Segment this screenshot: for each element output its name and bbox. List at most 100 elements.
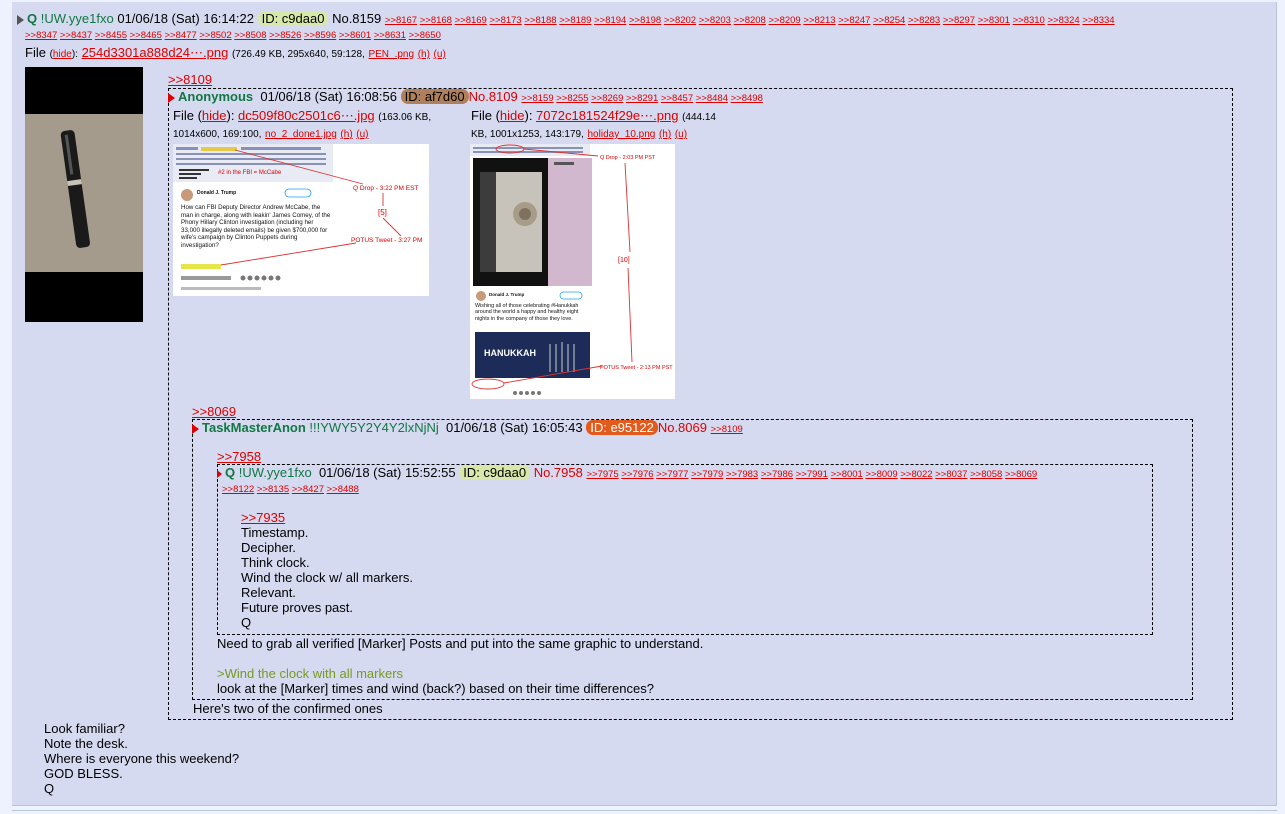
tweet-comparison-thumbnail-1[interactable]: #2 in the FBI = McCabe Donald J. Trump H… xyxy=(173,144,429,296)
post-number[interactable]: No.8069 xyxy=(658,420,707,435)
backlink[interactable]: >>8502 xyxy=(199,30,231,41)
body-line: Q xyxy=(44,781,55,796)
backlink[interactable]: >>7977 xyxy=(656,469,688,480)
backlink[interactable]: >>8334 xyxy=(1082,15,1114,26)
file-name-link[interactable]: 254d3301a888d24⋯.png xyxy=(82,45,229,60)
backlink[interactable]: >>8465 xyxy=(130,30,162,41)
backlink[interactable]: >>8427 xyxy=(292,484,324,495)
backlink[interactable]: >>8159 xyxy=(521,93,553,104)
backlink[interactable]: >>8254 xyxy=(873,15,905,26)
post-menu-arrow-icon[interactable] xyxy=(17,14,24,25)
backlink[interactable]: >>8310 xyxy=(1013,15,1045,26)
file-h-link[interactable]: (h) xyxy=(340,129,352,140)
backlink[interactable]: >>8269 xyxy=(591,93,623,104)
backlink[interactable]: >>7991 xyxy=(796,469,828,480)
backlinks-row: >>7975 >>7976 >>7977 >>7979 >>7983 >>798… xyxy=(586,469,1037,480)
backlink[interactable]: >>8203 xyxy=(699,15,731,26)
backlink[interactable]: >>8167 xyxy=(385,15,417,26)
file-h-link[interactable]: (h) xyxy=(418,49,430,60)
backlink[interactable]: >>8109 xyxy=(711,424,743,435)
backlink[interactable]: >>8455 xyxy=(95,30,127,41)
hide-file-link[interactable]: hide xyxy=(53,49,72,60)
backlink[interactable]: >>7976 xyxy=(621,469,653,480)
file-u-link[interactable]: (u) xyxy=(356,129,368,140)
backlink[interactable]: >>8135 xyxy=(257,484,289,495)
backlink[interactable]: >>8255 xyxy=(556,93,588,104)
svg-text:Donald J. Trump: Donald J. Trump xyxy=(197,190,236,196)
backlink[interactable]: >>8347 xyxy=(25,30,57,41)
quote-link-7935[interactable]: >>7935 xyxy=(241,510,285,525)
backlink[interactable]: >>8301 xyxy=(978,15,1010,26)
backlink[interactable]: >>8173 xyxy=(489,15,521,26)
file-u-link[interactable]: (u) xyxy=(675,129,687,140)
backlink[interactable]: >>8189 xyxy=(559,15,591,26)
backlink[interactable]: >>8650 xyxy=(409,30,441,41)
backlink[interactable]: >>8022 xyxy=(900,469,932,480)
backlink[interactable]: >>8498 xyxy=(731,93,763,104)
post-menu-arrow-icon[interactable] xyxy=(168,92,175,103)
hide-file-link[interactable]: hide xyxy=(202,108,227,123)
file-orig-link[interactable]: holiday_10.png xyxy=(588,129,656,140)
backlink[interactable]: >>8001 xyxy=(831,469,863,480)
backlink[interactable]: >>7975 xyxy=(586,469,618,480)
hide-file-link[interactable]: hide xyxy=(500,108,525,123)
backlink[interactable]: >>8069 xyxy=(1005,469,1037,480)
backlink[interactable]: >>8247 xyxy=(838,15,870,26)
post-number[interactable]: No.8109 xyxy=(469,89,518,104)
file-orig-link[interactable]: PEN_.png xyxy=(368,49,414,60)
backlink[interactable]: >>8009 xyxy=(865,469,897,480)
poster-id-badge[interactable]: ID: c9daa0 xyxy=(257,11,329,26)
backlink[interactable]: >>8198 xyxy=(629,15,661,26)
backlink[interactable]: >>8596 xyxy=(304,30,336,41)
backlink[interactable]: >>7983 xyxy=(726,469,758,480)
file-info-1-line2: 1014x600, 169:100, no_2_done1.jpg (h) (u… xyxy=(173,125,369,140)
backlink[interactable]: >>8194 xyxy=(594,15,626,26)
quote-link-7958[interactable]: >>7958 xyxy=(217,449,261,464)
backlink[interactable]: >>8526 xyxy=(269,30,301,41)
backlink[interactable]: >>7979 xyxy=(691,469,723,480)
backlink[interactable]: >>8508 xyxy=(234,30,266,41)
quote-8109-header: Anonymous 01/06/18 (Sat) 16:08:56 ID: af… xyxy=(168,89,763,104)
backlink[interactable]: >>8037 xyxy=(935,469,967,480)
quote-link-8109[interactable]: >>8109 xyxy=(168,72,212,87)
svg-text:POTUS Tweet - 3:27 PM: POTUS Tweet - 3:27 PM xyxy=(351,237,422,244)
post-menu-arrow-icon[interactable] xyxy=(192,423,199,434)
poster-id-badge[interactable]: ID: c9daa0 xyxy=(459,465,531,480)
poster-id-badge[interactable]: ID: af7d60 xyxy=(400,89,469,104)
backlink[interactable]: >>8058 xyxy=(970,469,1002,480)
tweet-comparison-thumbnail-2[interactable]: Donald J. Trump Wishing all of those cel… xyxy=(470,144,675,399)
backlink[interactable]: >>8484 xyxy=(696,93,728,104)
post-menu-arrow-icon[interactable] xyxy=(217,469,222,478)
backlink[interactable]: >>8631 xyxy=(374,30,406,41)
backlink[interactable]: >>8324 xyxy=(1047,15,1079,26)
backlink[interactable]: >>8209 xyxy=(768,15,800,26)
backlink[interactable]: >>7986 xyxy=(761,469,793,480)
backlink[interactable]: >>8188 xyxy=(524,15,556,26)
backlinks-row: >>8347 >>8437 >>8455 >>8465 >>8477 >>850… xyxy=(25,30,441,41)
post-number[interactable]: No.7958 xyxy=(534,465,583,480)
backlink[interactable]: >>8283 xyxy=(908,15,940,26)
backlink[interactable]: >>8297 xyxy=(943,15,975,26)
backlink[interactable]: >>8477 xyxy=(165,30,197,41)
quote-8069-header: TaskMasterAnon !!!YWY5Y2Y4Y2lxNjNj 01/06… xyxy=(192,420,743,435)
file-name-link[interactable]: 7072c181524f29e⋯.png xyxy=(536,108,678,123)
file-orig-link[interactable]: no_2_done1.jpg xyxy=(265,129,337,140)
backlink[interactable]: >>8213 xyxy=(803,15,835,26)
backlink[interactable]: >>8488 xyxy=(327,484,359,495)
poster-id-badge[interactable]: ID: e95122 xyxy=(586,420,658,435)
backlink[interactable]: >>8202 xyxy=(664,15,696,26)
backlink[interactable]: >>8122 xyxy=(222,484,254,495)
backlink[interactable]: >>8437 xyxy=(60,30,92,41)
file-u-link[interactable]: (u) xyxy=(434,49,446,60)
backlink[interactable]: >>8291 xyxy=(626,93,658,104)
pen-photo-thumbnail[interactable] xyxy=(25,67,143,322)
backlink[interactable]: >>8168 xyxy=(420,15,452,26)
backlink[interactable]: >>8169 xyxy=(455,15,487,26)
backlink[interactable]: >>8457 xyxy=(661,93,693,104)
backlink[interactable]: >>8601 xyxy=(339,30,371,41)
file-name-link[interactable]: dc509f80c2501c6⋯.jpg xyxy=(238,108,375,123)
post-number[interactable]: No.8159 xyxy=(332,11,381,26)
backlink[interactable]: >>8208 xyxy=(734,15,766,26)
quote-link-8069[interactable]: >>8069 xyxy=(192,404,236,419)
file-h-link[interactable]: (h) xyxy=(659,129,671,140)
